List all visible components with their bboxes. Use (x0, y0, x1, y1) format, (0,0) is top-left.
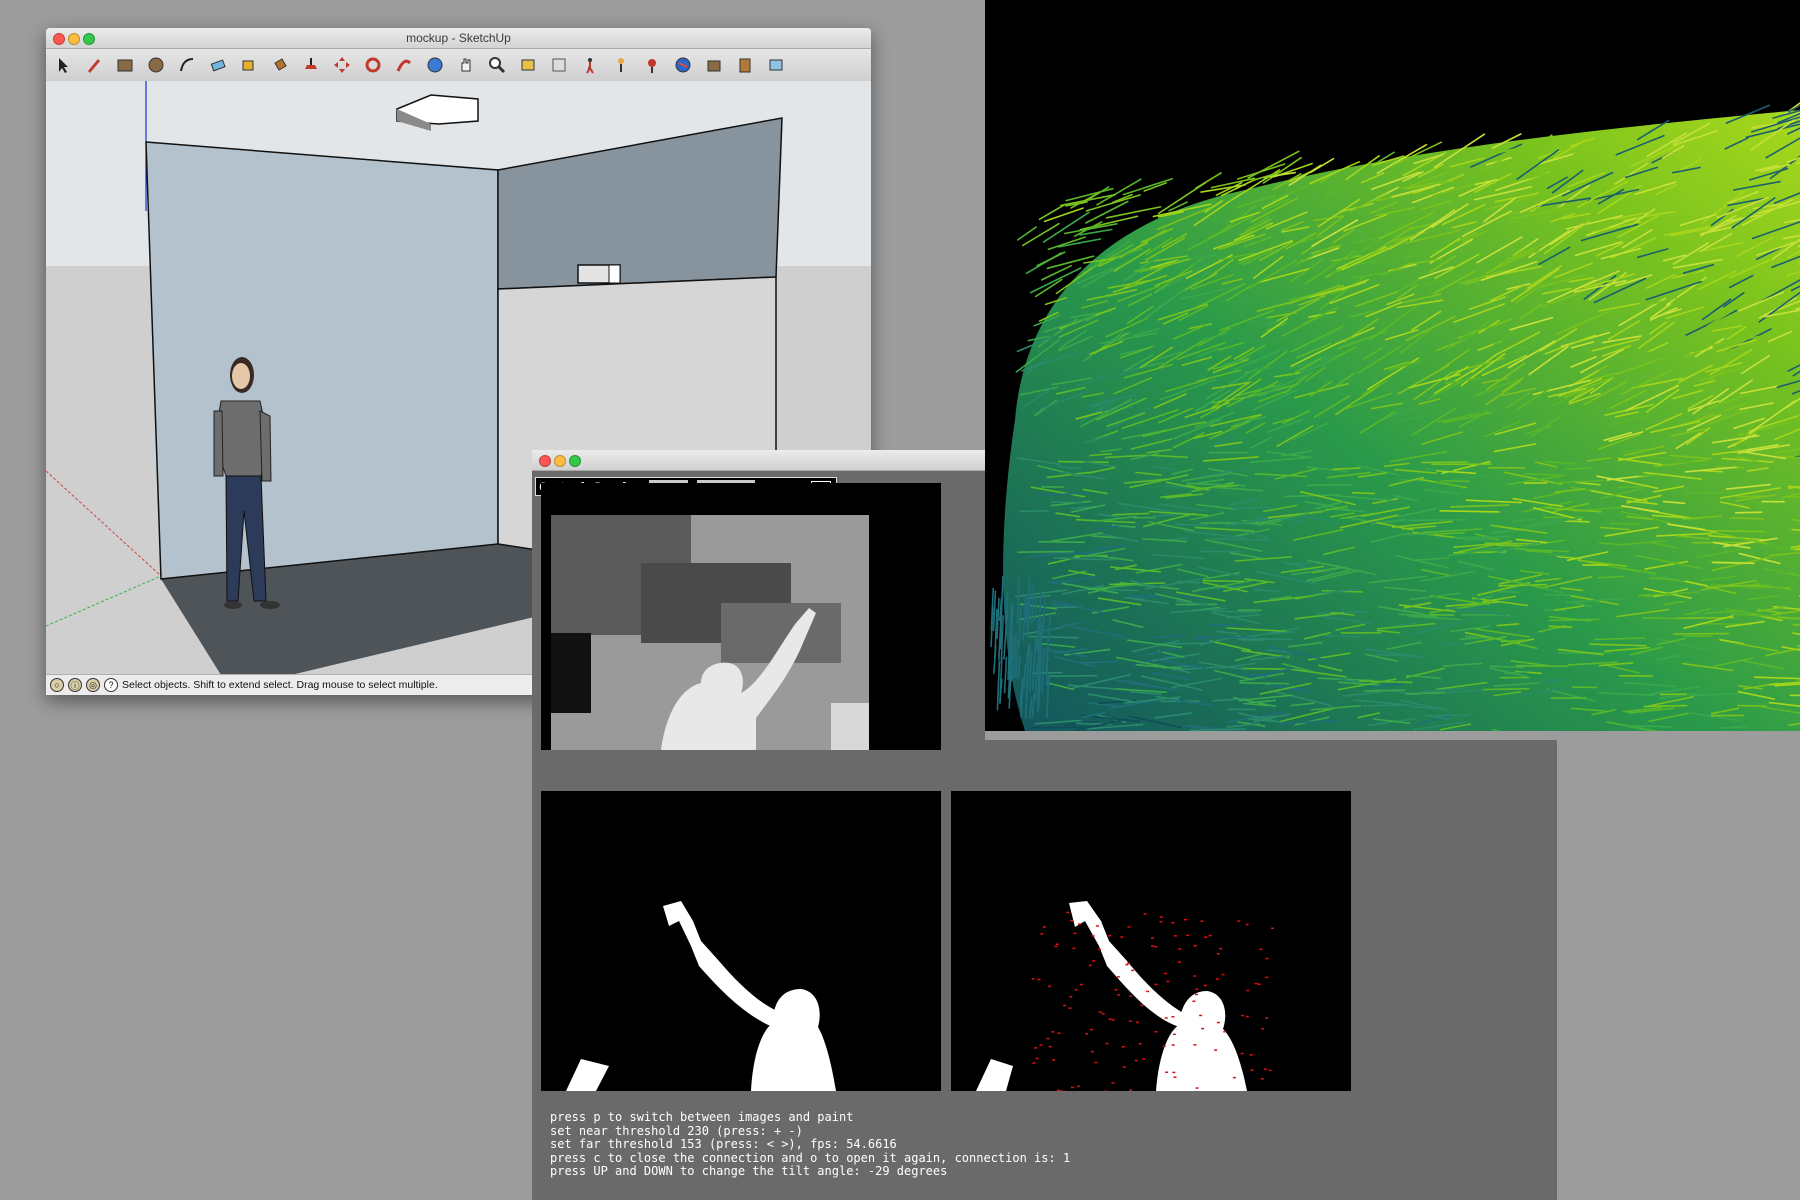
hair-simulation-window (985, 0, 1800, 731)
zoom-extents-icon[interactable] (517, 54, 539, 76)
materials-icon[interactable] (734, 54, 756, 76)
log-line: set near threshold 230 (press: + -) (550, 1123, 803, 1138)
arc-icon[interactable] (176, 54, 198, 76)
window-title: mockup - SketchUp (406, 31, 511, 45)
move-icon[interactable] (331, 54, 353, 76)
credits-status-icon[interactable]: ⓘ (68, 678, 82, 692)
pencil-icon[interactable] (83, 54, 105, 76)
minimize-button[interactable] (554, 455, 566, 467)
log-line: press p to switch between images and pai… (550, 1110, 854, 1124)
rotate-icon[interactable] (362, 54, 384, 76)
look-around-icon[interactable] (641, 54, 663, 76)
orbit-icon[interactable] (424, 54, 446, 76)
zoom-icon[interactable] (486, 54, 508, 76)
walk-icon[interactable] (579, 54, 601, 76)
rectangle-icon[interactable] (114, 54, 136, 76)
status-text: Select objects. Shift to extend select. … (122, 679, 438, 691)
console-log: press p to switch between images and pai… (550, 1110, 1071, 1179)
zoom-button[interactable] (569, 455, 581, 467)
follow-me-icon[interactable] (393, 54, 415, 76)
position-camera-icon[interactable] (610, 54, 632, 76)
components-icon[interactable] (703, 54, 725, 76)
close-button[interactable] (539, 455, 551, 467)
geo-location-icon[interactable] (672, 54, 694, 76)
depth-app-titlebar (532, 450, 985, 471)
user-status-icon[interactable]: ◎ (86, 678, 100, 692)
depth-app-window: Control Panel save restore (532, 450, 985, 750)
geo-location-status-icon[interactable]: ○ (50, 678, 64, 692)
left-wall (145, 141, 499, 580)
depth-image-panel (541, 483, 941, 750)
sketchup-titlebar: mockup - SketchUp (46, 28, 871, 49)
threshold-image-panel (541, 791, 941, 1091)
circle-icon[interactable] (145, 54, 167, 76)
sketchup-toolbar (46, 49, 871, 82)
log-line: press c to close the connection and o to… (550, 1150, 1071, 1165)
paint-image-panel (951, 791, 1351, 1091)
hair-render (990, 101, 1800, 731)
select-icon[interactable] (52, 54, 74, 76)
tape-measure-icon[interactable] (238, 54, 260, 76)
styles-icon[interactable] (765, 54, 787, 76)
pan-icon[interactable] (455, 54, 477, 76)
log-line: set far threshold 153 (press: < >), fps:… (550, 1137, 897, 1151)
eraser-icon[interactable] (207, 54, 229, 76)
push-pull-icon[interactable] (300, 54, 322, 76)
help-icon[interactable]: ? (104, 678, 118, 692)
log-line: press UP and DOWN to change the tilt ang… (550, 1164, 948, 1178)
section-icon[interactable] (548, 54, 570, 76)
paint-bucket-icon[interactable] (269, 54, 291, 76)
